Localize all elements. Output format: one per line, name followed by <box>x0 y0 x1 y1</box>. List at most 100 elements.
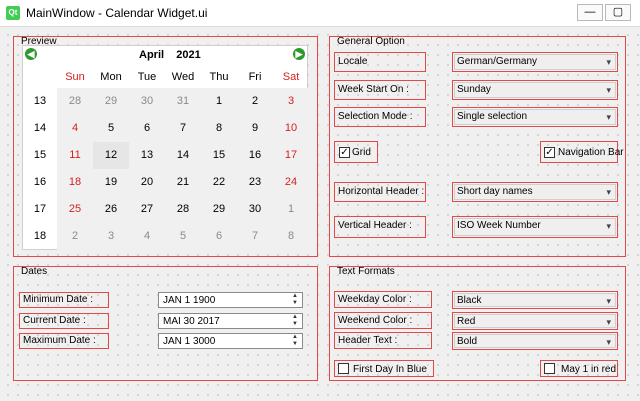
day-cell[interactable]: 8 <box>201 115 237 142</box>
day-cell[interactable]: 28 <box>57 88 93 115</box>
grid-checkbox-label[interactable]: Grid <box>352 147 371 158</box>
horizontal-header-combo[interactable]: Short day names ▾ <box>452 182 618 202</box>
navigation-bar-label[interactable]: Navigation Bar <box>558 147 624 158</box>
week-number: 15 <box>33 149 47 161</box>
day-cell[interactable]: 6 <box>201 223 237 250</box>
day-cell[interactable]: 4 <box>57 115 93 142</box>
title-bar[interactable]: Qt MainWindow - Calendar Widget.ui — ▢ <box>0 0 640 27</box>
minimum-date-edit[interactable]: JAN 1 1900 ▲ ▼ <box>158 292 303 308</box>
day-cell[interactable]: 21 <box>165 169 201 196</box>
day-cell[interactable]: 30 <box>237 196 273 223</box>
chevron-down-icon: ▾ <box>606 57 611 67</box>
day-cell[interactable]: 2 <box>237 88 273 115</box>
week-start-combo[interactable]: Sunday ▾ <box>452 80 618 100</box>
day-cell[interactable]: 4 <box>129 223 165 250</box>
spin-arrows-icon[interactable]: ▲ ▼ <box>290 334 300 348</box>
day-cell[interactable]: 29 <box>93 88 129 115</box>
may1-red-checkbox[interactable] <box>544 363 555 374</box>
day-cell[interactable]: 1 <box>273 196 309 223</box>
week-number: 14 <box>33 122 47 134</box>
day-cell[interactable]: 9 <box>237 115 273 142</box>
week-number: 18 <box>33 230 47 242</box>
day-cell[interactable]: 29 <box>201 196 237 223</box>
day-cell[interactable]: 14 <box>165 142 201 169</box>
day-cell[interactable]: 16 <box>237 142 273 169</box>
first-day-blue-checkbox[interactable] <box>338 363 349 374</box>
calendar-navigation-bar: ◀ April 2021 ▶ <box>23 46 307 64</box>
may1-red-label[interactable]: May 1 in red <box>561 364 616 375</box>
locale-combo[interactable]: German/Germany ▾ <box>452 52 618 72</box>
weekday-header: Mon <box>100 71 122 83</box>
day-cell[interactable]: 27 <box>129 196 165 223</box>
header-text-label: Header Text : <box>334 332 432 349</box>
minimize-button[interactable]: — <box>577 4 603 21</box>
weekday-header: Tue <box>137 71 157 83</box>
day-cell[interactable]: 17 <box>273 142 309 169</box>
chevron-down-icon: ▾ <box>606 317 611 327</box>
day-cell[interactable]: 10 <box>273 115 309 142</box>
day-cell[interactable]: 26 <box>93 196 129 223</box>
dates-group-title: Dates <box>21 266 48 277</box>
day-cell[interactable]: 7 <box>237 223 273 250</box>
day-cell[interactable]: 11 <box>57 142 93 169</box>
day-cell[interactable]: 25 <box>57 196 93 223</box>
calendar-year[interactable]: 2021 <box>176 49 200 61</box>
weekday-header: Sun <box>65 71 85 83</box>
prev-month-icon[interactable]: ◀ <box>25 48 37 60</box>
day-cell[interactable]: 3 <box>93 223 129 250</box>
day-cell[interactable]: 28 <box>165 196 201 223</box>
next-month-icon[interactable]: ▶ <box>293 48 305 60</box>
day-cell[interactable]: 23 <box>237 169 273 196</box>
day-cell[interactable]: 1 <box>201 88 237 115</box>
calendar-month-year[interactable]: April 2021 <box>139 49 201 61</box>
day-cell[interactable]: 5 <box>165 223 201 250</box>
day-cell[interactable]: 12 <box>93 142 129 169</box>
day-cell[interactable]: 7 <box>165 115 201 142</box>
spin-arrows-icon[interactable]: ▲ ▼ <box>290 314 300 328</box>
vertical-header-value: ISO Week Number <box>457 220 541 231</box>
day-cell[interactable]: 30 <box>129 88 165 115</box>
day-cell[interactable]: 22 <box>201 169 237 196</box>
navigation-bar-checkbox[interactable]: ✓ <box>544 147 555 158</box>
vertical-header-label: Vertical Header : <box>334 216 426 238</box>
day-cell[interactable]: 5 <box>93 115 129 142</box>
header-text-combo[interactable]: Bold ▾ <box>452 332 618 350</box>
week-start-label: Week Start On : <box>334 80 426 100</box>
weekday-color-combo[interactable]: Black ▾ <box>452 291 618 309</box>
window-title: MainWindow - Calendar Widget.ui <box>26 6 208 20</box>
chevron-down-icon: ▾ <box>606 85 611 95</box>
vertical-header-combo[interactable]: ISO Week Number ▾ <box>452 216 618 238</box>
day-cell[interactable]: 20 <box>129 169 165 196</box>
week-number: 16 <box>33 176 47 188</box>
weekday-header: Wed <box>171 71 195 83</box>
selection-mode-combo[interactable]: Single selection ▾ <box>452 107 618 127</box>
day-cell[interactable]: 24 <box>273 169 309 196</box>
day-cell[interactable]: 31 <box>165 88 201 115</box>
chevron-down-icon: ▾ <box>606 187 611 197</box>
calendar-month[interactable]: April <box>139 49 164 61</box>
header-text-value: Bold <box>457 336 478 347</box>
current-date-edit[interactable]: MAI 30 2017 ▲ ▼ <box>158 313 303 329</box>
calendar-widget[interactable]: ◀ April 2021 ▶ Sun Mon Tue Wed Thu Fri Sat 13 28… <box>22 45 309 250</box>
weekend-color-combo[interactable]: Red ▾ <box>452 312 618 330</box>
chevron-down-icon: ▾ <box>606 296 611 306</box>
maximize-button[interactable]: ▢ <box>605 4 631 21</box>
day-cell[interactable]: 8 <box>273 223 309 250</box>
weekend-color-label: Weekend Color : <box>334 312 432 329</box>
chevron-down-icon: ▾ <box>606 337 611 347</box>
day-cell[interactable]: 13 <box>129 142 165 169</box>
day-cell[interactable]: 18 <box>57 169 93 196</box>
first-day-blue-label[interactable]: First Day In Blue <box>353 364 427 375</box>
weekday-color-label: Weekday Color : <box>334 291 432 308</box>
day-cell[interactable]: 3 <box>273 88 309 115</box>
grid-checkbox[interactable]: ✓ <box>339 147 350 158</box>
day-cell[interactable]: 19 <box>93 169 129 196</box>
day-cell[interactable]: 2 <box>57 223 93 250</box>
selection-mode-label: Selection Mode : <box>334 107 426 127</box>
qt-logo-icon: Qt <box>6 6 20 20</box>
weekend-color-value: Red <box>457 316 476 327</box>
day-cell[interactable]: 15 <box>201 142 237 169</box>
day-cell[interactable]: 6 <box>129 115 165 142</box>
maximum-date-edit[interactable]: JAN 1 3000 ▲ ▼ <box>158 333 303 349</box>
spin-arrows-icon[interactable]: ▲ ▼ <box>290 293 300 307</box>
